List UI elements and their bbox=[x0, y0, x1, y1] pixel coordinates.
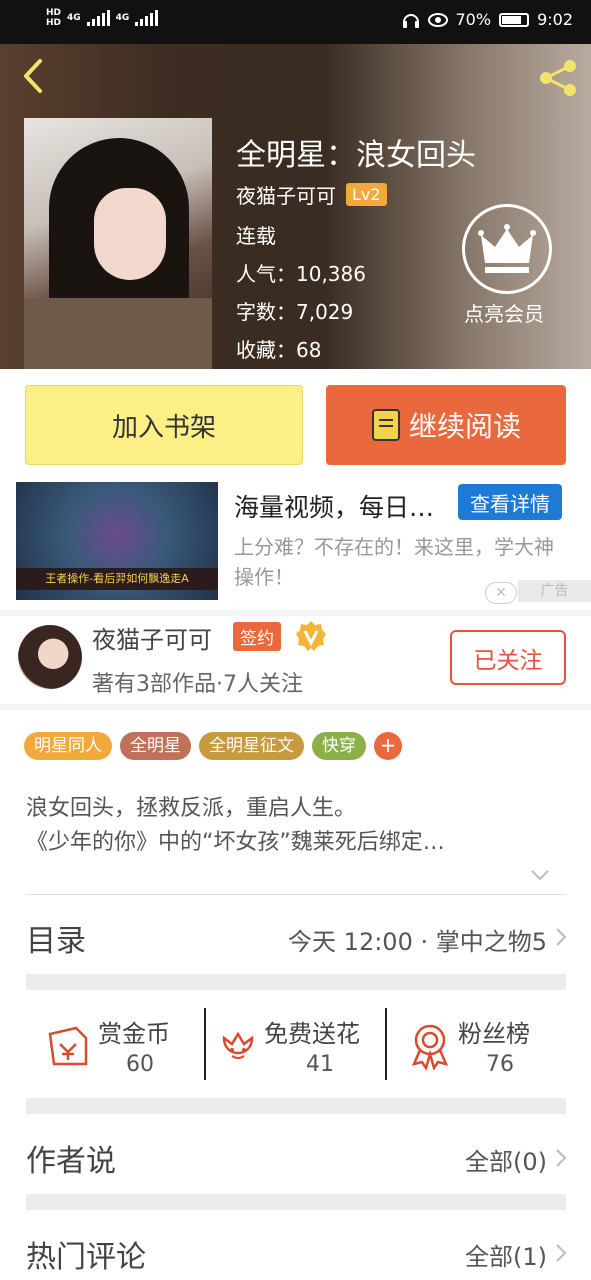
crown-icon bbox=[462, 204, 552, 294]
chevron-right-icon bbox=[556, 1149, 567, 1167]
book-title: 全明星：浪女回头 bbox=[236, 138, 476, 173]
battery-icon bbox=[499, 12, 530, 27]
chevron-right-icon bbox=[556, 928, 567, 946]
author-card-name[interactable]: 夜猫子可可 bbox=[92, 620, 212, 655]
medal-icon bbox=[411, 1024, 449, 1070]
reward-coins-count: 60 bbox=[126, 1052, 154, 1077]
word-count-value: 7,029 bbox=[296, 300, 354, 324]
chevron-down-icon[interactable] bbox=[530, 868, 550, 882]
continue-reading-button[interactable]: 继续阅读 bbox=[326, 385, 566, 465]
author-name[interactable]: 夜猫子可可 bbox=[236, 180, 336, 209]
author-avatar[interactable] bbox=[18, 625, 82, 689]
reward-fans-label: 粉丝榜 bbox=[458, 1020, 530, 1048]
hd-labels: HD HD bbox=[46, 8, 61, 28]
ad-detail-button[interactable]: 查看详情 bbox=[458, 484, 562, 520]
tag-item[interactable]: 全明星 bbox=[120, 732, 191, 760]
red-envelope-icon bbox=[48, 1026, 88, 1066]
ad-banner[interactable]: 王者操作-看后羿如何飘逸走A 海量视频，每日… 查看详情 上分难？不存在的！来这… bbox=[0, 480, 591, 610]
catalog-title: 目录 bbox=[26, 924, 86, 959]
add-to-shelf-button[interactable]: 加入书架 bbox=[25, 385, 303, 465]
section-gap bbox=[26, 1098, 566, 1114]
hot-comments-all: 全部(1) bbox=[465, 1243, 547, 1271]
tag-item[interactable]: 明星同人 bbox=[24, 732, 112, 760]
author-stats: 著有3部作品·7人关注 bbox=[92, 672, 303, 697]
popularity-label: 人气： bbox=[236, 262, 296, 286]
level-badge: Lv2 bbox=[346, 183, 387, 206]
divider bbox=[26, 894, 566, 895]
hd-label-1: HD bbox=[46, 8, 62, 18]
status-bar: HD HD 4G 4G 70% 9:02 bbox=[0, 0, 591, 44]
eye-icon bbox=[427, 12, 448, 27]
verified-icon bbox=[296, 621, 326, 651]
network-indicators: HD HD 4G 4G bbox=[46, 8, 159, 28]
clock: 9:02 bbox=[537, 10, 573, 29]
description-line-1: 浪女回头，拯救反派，重启人生。 bbox=[26, 796, 357, 821]
section-gap bbox=[26, 974, 566, 990]
tag-list: 明星同人 全明星 全明星征文 快穿 + bbox=[24, 732, 402, 760]
share-icon[interactable] bbox=[537, 58, 579, 98]
catalog-latest-chapter: 今天 12:00 · 掌中之物5 bbox=[288, 928, 547, 956]
add-tag-button[interactable]: + bbox=[374, 732, 402, 760]
signal-type-1: 4G bbox=[67, 13, 81, 23]
word-count-stat: 字数：7,029 bbox=[236, 296, 353, 325]
hot-comments-title: 热门评论 bbox=[26, 1240, 146, 1275]
ad-image[interactable]: 王者操作-看后羿如何飘逸走A bbox=[16, 482, 218, 600]
vip-label: 点亮会员 bbox=[464, 302, 544, 326]
reward-coins-label: 赏金币 bbox=[98, 1020, 170, 1048]
book-status: 连载 bbox=[236, 224, 276, 248]
flower-icon bbox=[222, 1031, 254, 1059]
book-header: 全明星：浪女回头 夜猫子可可 Lv2 连载 人气：10,386 字数：7,029… bbox=[0, 44, 591, 369]
battery-percent: 70% bbox=[455, 10, 492, 29]
signed-badge: 签约 bbox=[233, 622, 281, 651]
author-says-title: 作者说 bbox=[26, 1144, 116, 1179]
tag-item[interactable]: 全明星征文 bbox=[199, 732, 304, 760]
ad-label: 广告 bbox=[518, 580, 591, 602]
signal-type-2: 4G bbox=[115, 13, 130, 23]
tag-item[interactable]: 快穿 bbox=[312, 732, 366, 760]
status-right: 70% 9:02 bbox=[402, 10, 573, 29]
popularity-value: 10,386 bbox=[296, 262, 366, 286]
reward-flowers-count: 41 bbox=[306, 1052, 334, 1077]
description-line-2: 《少年的你》中的“坏女孩”魏莱死后绑定… bbox=[26, 830, 445, 855]
reward-fans-count: 76 bbox=[486, 1052, 514, 1077]
section-gap bbox=[26, 1194, 566, 1210]
favorites-label: 收藏： bbox=[236, 338, 296, 362]
favorites-value: 68 bbox=[296, 338, 322, 362]
book-cover[interactable] bbox=[24, 118, 212, 369]
section-gap bbox=[0, 704, 591, 710]
back-icon[interactable] bbox=[18, 58, 48, 94]
author-line: 夜猫子可可 Lv2 bbox=[236, 180, 387, 209]
chevron-right-icon bbox=[556, 1244, 567, 1262]
headphones-icon bbox=[402, 13, 419, 28]
reward-flowers-label: 免费送花 bbox=[264, 1020, 360, 1048]
book-icon bbox=[371, 409, 400, 441]
word-count-label: 字数： bbox=[236, 300, 296, 324]
author-says-all: 全部(0) bbox=[465, 1148, 547, 1176]
vip-button[interactable]: 点亮会员 bbox=[462, 204, 552, 327]
favorites-stat: 收藏：68 bbox=[236, 334, 321, 363]
continue-reading-label: 继续阅读 bbox=[408, 410, 521, 443]
ad-title: 海量视频，每日… bbox=[234, 493, 435, 522]
ad-image-caption: 王者操作-看后羿如何飘逸走A bbox=[16, 568, 218, 590]
hd-label-2: HD bbox=[46, 18, 62, 28]
divider bbox=[385, 1008, 387, 1080]
book-description[interactable]: 浪女回头，拯救反派，重启人生。 《少年的你》中的“坏女孩”魏莱死后绑定… bbox=[26, 792, 566, 860]
reward-flowers[interactable]: 免费送花 41 bbox=[212, 1010, 382, 1082]
signal-icon bbox=[86, 10, 110, 26]
popularity-stat: 人气：10,386 bbox=[236, 258, 366, 287]
divider bbox=[204, 1008, 206, 1080]
follow-button[interactable]: 已关注 bbox=[450, 630, 566, 685]
reward-coins[interactable]: 赏金币 60 bbox=[40, 1010, 200, 1082]
ad-close-button[interactable]: ✕ bbox=[485, 582, 517, 604]
ad-description: 上分难？不存在的！来这里，学大神操作！ bbox=[234, 535, 554, 589]
signal-icon-2 bbox=[135, 10, 159, 26]
section-gap bbox=[0, 610, 591, 616]
reward-fans[interactable]: 粉丝榜 76 bbox=[404, 1010, 564, 1082]
